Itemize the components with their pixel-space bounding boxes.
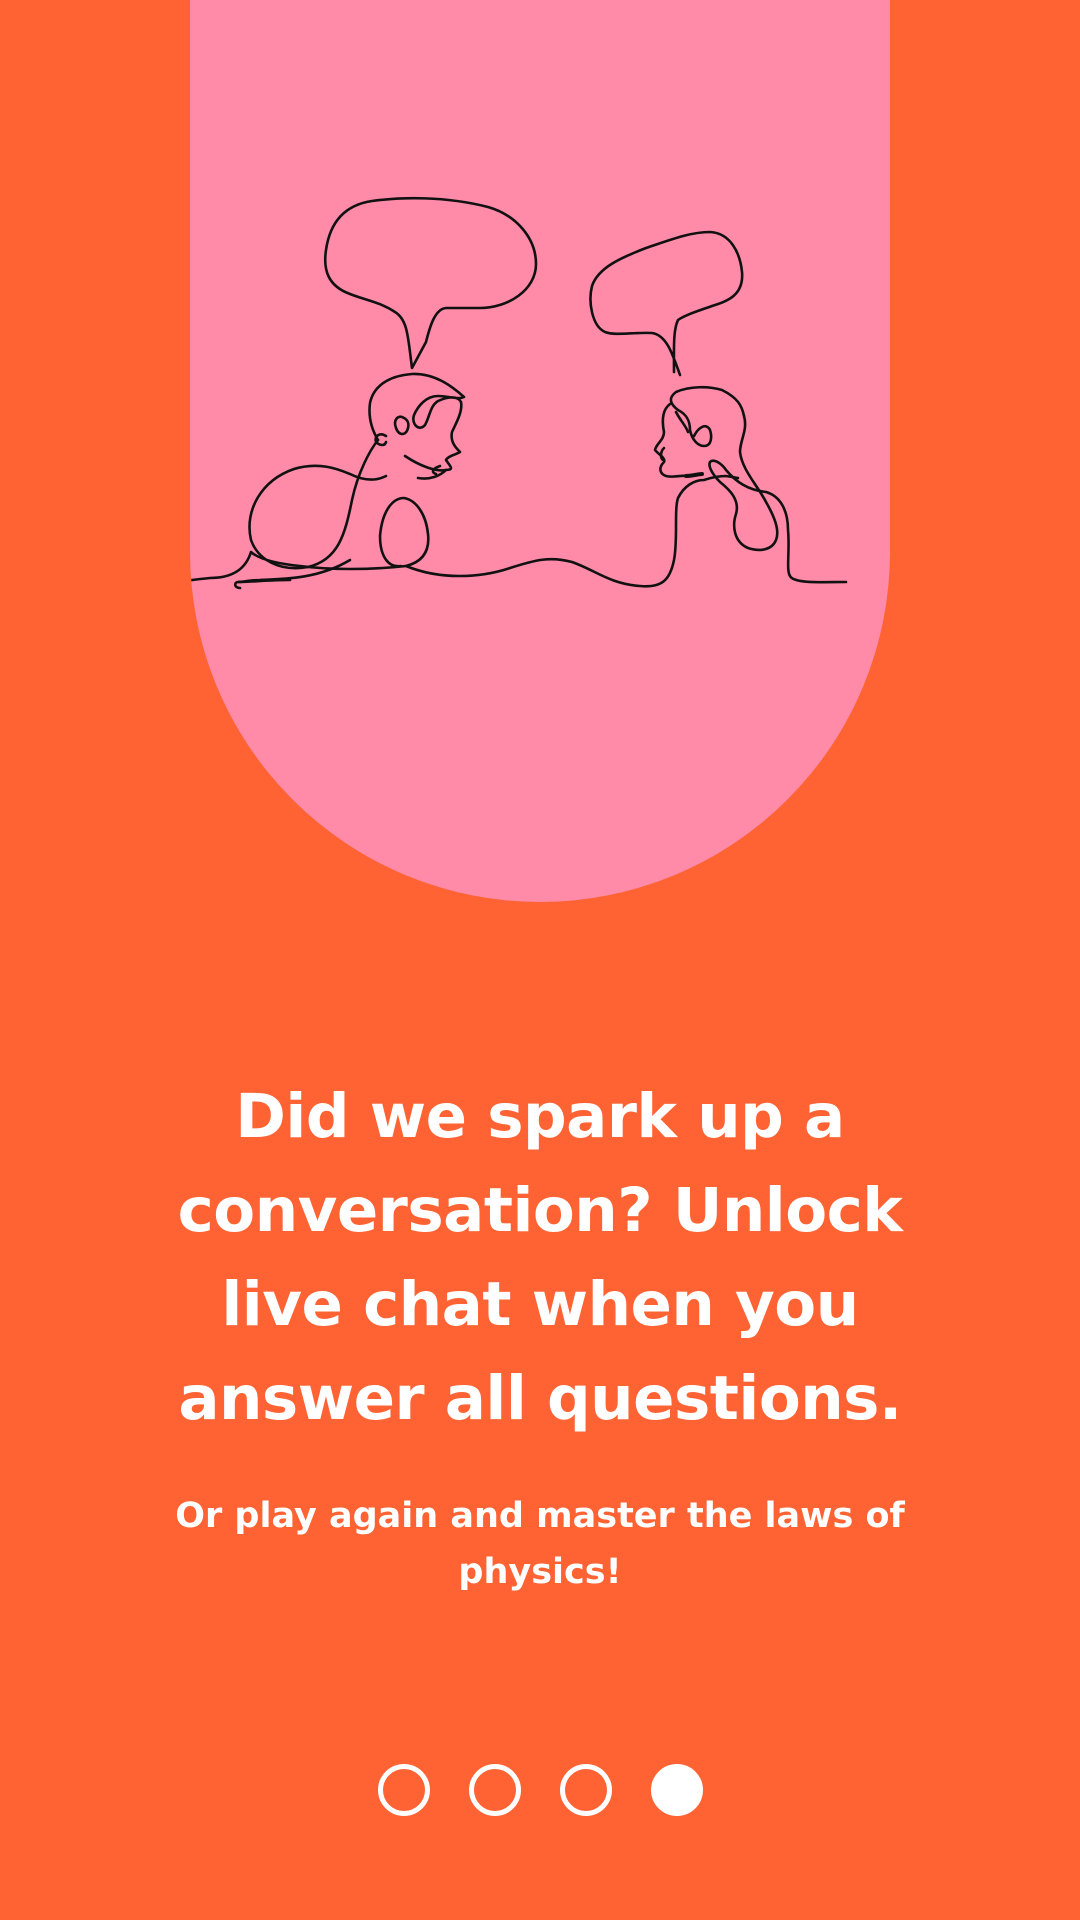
page-dot-1[interactable] (377, 1764, 430, 1816)
onboarding-screen: Did we spark up a conversation? Unlock l… (0, 0, 1080, 1920)
subtext: Or play again and master the laws of phy… (175, 1496, 905, 1592)
page-indicator (0, 1764, 1080, 1816)
conversation-illustration-icon (190, 196, 848, 590)
page-dot-3[interactable] (559, 1764, 612, 1816)
hero-card (190, 0, 890, 902)
page-dot-4[interactable] (650, 1764, 703, 1816)
page-dot-2[interactable] (468, 1764, 521, 1816)
headline: Did we spark up a conversation? Unlock l… (177, 1081, 903, 1434)
